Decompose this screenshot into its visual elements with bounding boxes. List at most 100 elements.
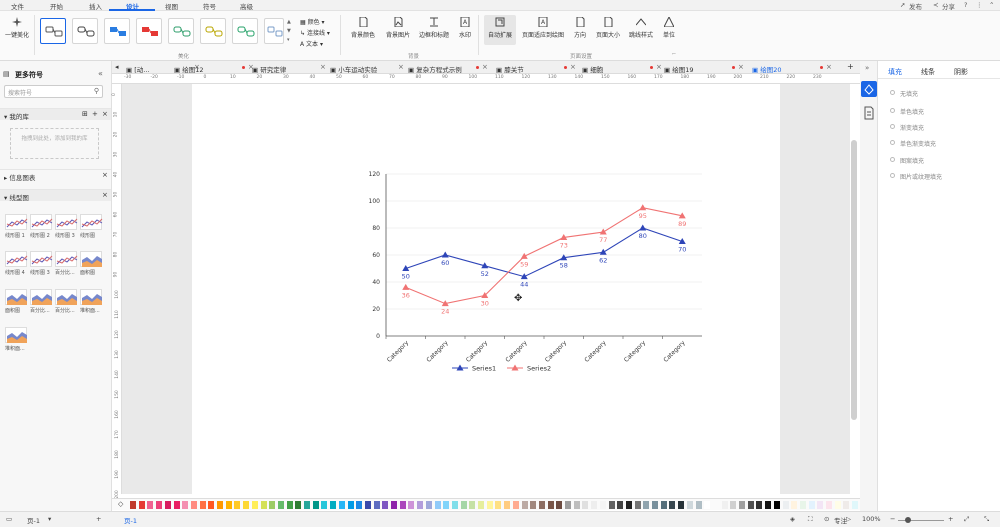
color-swatch[interactable] (617, 501, 624, 509)
publish-icon[interactable]: ➚ (900, 1, 905, 9)
background-image-button[interactable]: 背景图片 (384, 17, 412, 45)
menu-insert[interactable]: 插入 (89, 1, 102, 11)
publish-button[interactable]: 发布 (909, 1, 922, 11)
color-swatch[interactable] (712, 501, 719, 509)
theme-card-5[interactable] (168, 18, 194, 44)
background-color-button[interactable]: 背景颜色 (349, 17, 377, 45)
page-layout-icon[interactable]: ▭ (6, 515, 12, 523)
tab-document[interactable]: ▣ 细胞 (582, 61, 603, 74)
no-fill-radio[interactable] (890, 90, 895, 95)
layers-icon[interactable]: ◈ (790, 515, 795, 523)
shape-thumbnail[interactable] (55, 214, 78, 230)
color-swatch[interactable] (234, 501, 241, 509)
color-swatch[interactable] (478, 501, 484, 509)
color-swatch[interactable] (277, 501, 284, 509)
color-swatch[interactable] (634, 501, 641, 509)
color-swatch[interactable] (304, 501, 310, 509)
theme-card-8[interactable] (264, 18, 284, 44)
color-swatch[interactable] (391, 501, 397, 509)
library-drop-zone[interactable]: 拖拽到此处，添加到我的库 (10, 128, 99, 159)
color-swatch[interactable] (330, 501, 337, 509)
color-swatch[interactable] (573, 501, 580, 509)
color-swatch[interactable] (643, 501, 650, 509)
color-swatch[interactable] (826, 501, 832, 509)
search-icon[interactable]: ⚲ (94, 87, 99, 95)
color-swatch[interactable] (164, 501, 171, 509)
color-swatch[interactable] (243, 501, 250, 509)
collapse-ribbon-icon[interactable]: ⌃ (989, 1, 994, 9)
close-tab-icon[interactable]: × (482, 63, 488, 71)
theme-more-icon[interactable]: ▾ (287, 37, 290, 43)
color-swatch[interactable] (669, 501, 676, 509)
color-swatch[interactable] (364, 501, 371, 509)
auto-expand-button[interactable]: 自动扩展 (484, 15, 516, 45)
shape-thumbnail[interactable] (55, 289, 77, 305)
my-library-section[interactable]: ▾ 我的库 ⊞ + × (0, 108, 111, 121)
color-swatch[interactable] (451, 501, 458, 509)
theme-scroll-down-icon[interactable]: ▼ (287, 28, 291, 34)
zoom-in-icon[interactable]: + (948, 515, 953, 523)
color-swatch[interactable] (591, 501, 598, 509)
color-swatch[interactable] (843, 501, 850, 509)
color-swatch[interactable] (312, 501, 319, 509)
fill-tool-button[interactable] (861, 81, 877, 97)
color-swatch[interactable] (130, 501, 136, 509)
color-swatch[interactable] (799, 501, 806, 509)
close-tab-icon[interactable]: × (320, 63, 326, 71)
orientation-button[interactable]: 方向 (571, 17, 589, 45)
tab-fill[interactable]: 填充 (888, 67, 902, 77)
tab-shadow[interactable]: 阴影 (954, 67, 968, 77)
shape-thumbnail[interactable] (80, 251, 102, 267)
theme-card-6[interactable] (200, 18, 226, 44)
color-swatch[interactable] (678, 501, 685, 509)
shape-thumbnail[interactable] (5, 251, 28, 267)
dialog-launcher-icon[interactable]: ⌐ (672, 51, 676, 57)
fit-window-icon[interactable]: ⛶ (808, 515, 813, 524)
watermark-button[interactable]: A 水印 (456, 17, 474, 45)
color-swatch[interactable] (321, 501, 328, 509)
color-swatch[interactable] (773, 501, 780, 509)
color-swatch[interactable] (199, 501, 206, 509)
color-swatch[interactable] (739, 501, 745, 509)
color-swatch[interactable] (373, 501, 380, 509)
tab-document[interactable]: ▣ [动... (126, 61, 149, 74)
new-tab-icon[interactable]: + (847, 62, 854, 71)
help-icon[interactable]: ? (964, 1, 967, 9)
color-swatch[interactable] (834, 501, 841, 509)
color-swatch[interactable] (434, 501, 441, 509)
unit-button[interactable]: 单位 (660, 17, 678, 45)
color-swatch[interactable] (460, 501, 467, 509)
drawing-canvas[interactable]: 0 20 40 60 80 100 120 Category Category Category C… (122, 84, 850, 494)
color-swatch[interactable] (208, 501, 215, 509)
menu-symbol[interactable]: 符号 (203, 1, 216, 11)
add-icon[interactable]: + (92, 110, 98, 118)
close-tab-icon[interactable]: × (738, 63, 744, 71)
color-swatch[interactable] (695, 501, 702, 509)
line-chart[interactable]: 0 20 40 60 80 100 120 Category Category Category C… (192, 84, 780, 494)
color-swatch[interactable] (721, 501, 728, 509)
menu-file[interactable]: 文件 (11, 1, 24, 11)
page-size-button[interactable]: 页面大小 (593, 17, 623, 45)
tab-document[interactable]: ▣ 绘图20 (752, 61, 782, 74)
picture-fill-radio[interactable] (890, 173, 895, 178)
add-page-icon[interactable]: + (96, 515, 101, 523)
color-swatch[interactable] (599, 501, 606, 509)
color-swatch[interactable] (495, 501, 502, 509)
color-swatch[interactable] (817, 501, 824, 509)
color-swatch[interactable] (190, 501, 197, 509)
color-swatch[interactable] (156, 501, 163, 509)
color-swatch[interactable] (660, 501, 667, 509)
color-swatch[interactable] (730, 501, 737, 509)
color-swatch[interactable] (173, 501, 180, 509)
color-swatch[interactable] (469, 501, 476, 509)
page-properties-button[interactable] (863, 106, 875, 120)
color-swatch[interactable] (565, 501, 571, 509)
theme-card-4[interactable] (136, 18, 162, 44)
color-swatch[interactable] (704, 501, 711, 509)
tab-document[interactable]: ▣ 研究定律 (252, 61, 286, 74)
color-swatch[interactable] (625, 501, 632, 509)
tab-document[interactable]: ▣ 膝关节 (496, 61, 524, 74)
color-swatch[interactable] (530, 501, 537, 509)
shape-thumbnail[interactable] (5, 214, 28, 230)
color-swatch[interactable] (408, 501, 415, 509)
